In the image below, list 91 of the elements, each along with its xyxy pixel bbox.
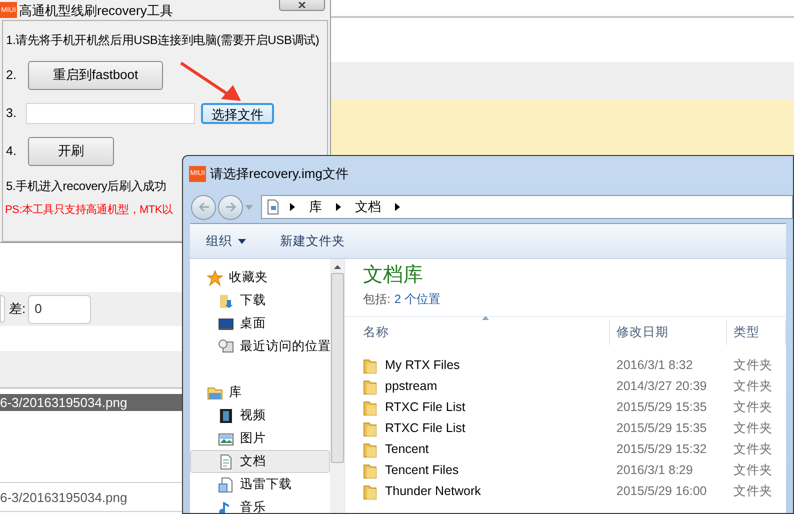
window-title: 高通机型线刷recovery工具 [19, 4, 173, 16]
document-folder-icon [218, 476, 234, 492]
folder-icon [363, 462, 377, 478]
scroll-up-icon [334, 265, 340, 269]
file-name[interactable]: Thunder Network [385, 482, 481, 501]
input-field[interactable]: 0 [28, 294, 91, 324]
file-type: 文件夹 [732, 420, 774, 438]
forward-button[interactable] [218, 194, 243, 220]
warning-text: PS:本工具只支持高通机型，MTK以 [5, 202, 173, 218]
column-header[interactable]: 类型 [727, 320, 786, 345]
file-type: 文件夹 [732, 399, 774, 416]
recent-places-icon [218, 338, 234, 354]
library-folder-icon [207, 384, 223, 400]
file-path-row[interactable]: 6-3/20163195034.png [0, 488, 182, 506]
step-text: 5.手机进入recovery后刷入成功 [6, 178, 166, 195]
file-name[interactable]: RTXC File List [385, 398, 466, 417]
modified-date: 2016/3/1 8:32 [615, 357, 694, 374]
nav-item[interactable]: 桌面 [190, 312, 330, 335]
nav-item[interactable]: 最近访问的位置 [190, 335, 330, 358]
chevron-right-icon [336, 203, 341, 211]
step-button[interactable]: 重启到fastboot [28, 60, 163, 90]
breadcrumb-item[interactable]: 库 [305, 197, 326, 217]
step-number: 3. [6, 104, 18, 122]
modified-date: 2014/3/27 20:39 [615, 378, 708, 396]
choose-file-button[interactable]: 选择文件 [201, 102, 274, 124]
nav-group[interactable]: 收藏夹 [190, 266, 330, 289]
caret-icon[interactable] [245, 204, 253, 210]
forward-arrow-icon [224, 202, 236, 212]
folder-icon [363, 378, 377, 394]
step-text: 1.请先将手机开机然后用USB连接到电脑(需要开启USB调试) [6, 32, 320, 49]
breadcrumb-item[interactable]: 文档 [351, 197, 385, 217]
file-name[interactable]: My RTX Files [385, 356, 460, 375]
step-number: 2. [6, 66, 18, 84]
toolbar-button[interactable]: 新建文件夹 [280, 232, 345, 250]
file-type: 文件夹 [732, 483, 774, 500]
back-button[interactable] [191, 194, 216, 220]
document-icon [266, 199, 280, 215]
nav-item[interactable]: 视频 [190, 404, 330, 427]
file-name[interactable]: RTXC File List [385, 419, 466, 438]
scrollbar[interactable] [330, 259, 345, 513]
scrollbar-thumb[interactable] [330, 273, 344, 463]
modified-date: 2015/5/29 15:35 [615, 399, 708, 416]
input-field[interactable] [0, 295, 5, 323]
file-path-field[interactable] [26, 102, 195, 124]
picture-icon [218, 430, 234, 446]
nav-item[interactable]: 音乐 [190, 496, 330, 513]
modified-date: 2015/5/29 15:32 [615, 441, 708, 458]
star-icon [207, 270, 223, 286]
document-icon [218, 454, 234, 470]
column-header[interactable]: 修改日期 [610, 320, 728, 345]
modified-date: 2016/3/1 8:29 [615, 462, 694, 480]
caret-icon [238, 238, 246, 244]
filter-label: 差: [9, 300, 26, 318]
dialog-title: 请选择recovery.img文件 [210, 164, 348, 183]
library-title: 文档库 [363, 265, 424, 285]
arrow-drawing [179, 61, 243, 103]
back-arrow-icon [198, 202, 210, 212]
monitor-icon [218, 316, 234, 332]
step-button[interactable]: 开刷 [28, 136, 114, 166]
toolbar-button[interactable]: 组织 [206, 232, 246, 250]
chevron-right-icon [290, 203, 295, 211]
nav-item[interactable]: 迅雷下载 [190, 473, 330, 496]
includes-label: 包括: [363, 291, 390, 308]
nav-item[interactable]: 图片 [190, 427, 330, 450]
folder-icon [363, 484, 377, 500]
folder-icon [363, 358, 377, 374]
close-icon [298, 2, 306, 8]
folder-icon [363, 442, 377, 458]
file-name[interactable]: ppstream [385, 377, 438, 396]
step-number: 4. [6, 142, 18, 160]
file-type: 文件夹 [732, 378, 774, 396]
file-type: 文件夹 [732, 357, 774, 374]
close-button[interactable] [279, 0, 325, 11]
modified-date: 2015/5/29 16:00 [615, 483, 708, 500]
locations-link[interactable]: 2 个位置 [394, 290, 440, 308]
nav-item[interactable]: 文档 [190, 450, 330, 473]
modified-date: 2015/5/29 15:35 [615, 420, 708, 438]
film-icon [218, 408, 234, 424]
file-name[interactable]: Tencent [385, 440, 429, 459]
nav-item[interactable]: 下载 [190, 289, 330, 312]
file-path-row[interactable]: 6-3/20163195034.png [0, 394, 182, 411]
nav-group[interactable]: 库 [190, 381, 330, 404]
chevron-right-icon [395, 203, 400, 211]
folder-download-icon [218, 292, 234, 308]
folder-icon [363, 420, 377, 436]
file-type: 文件夹 [732, 462, 774, 480]
file-type: 文件夹 [732, 441, 774, 458]
sort-arrow-icon [482, 316, 489, 320]
folder-icon [363, 400, 377, 416]
address-bar[interactable]: 库 文档 [261, 195, 793, 219]
file-name[interactable]: Tencent Files [385, 461, 459, 480]
